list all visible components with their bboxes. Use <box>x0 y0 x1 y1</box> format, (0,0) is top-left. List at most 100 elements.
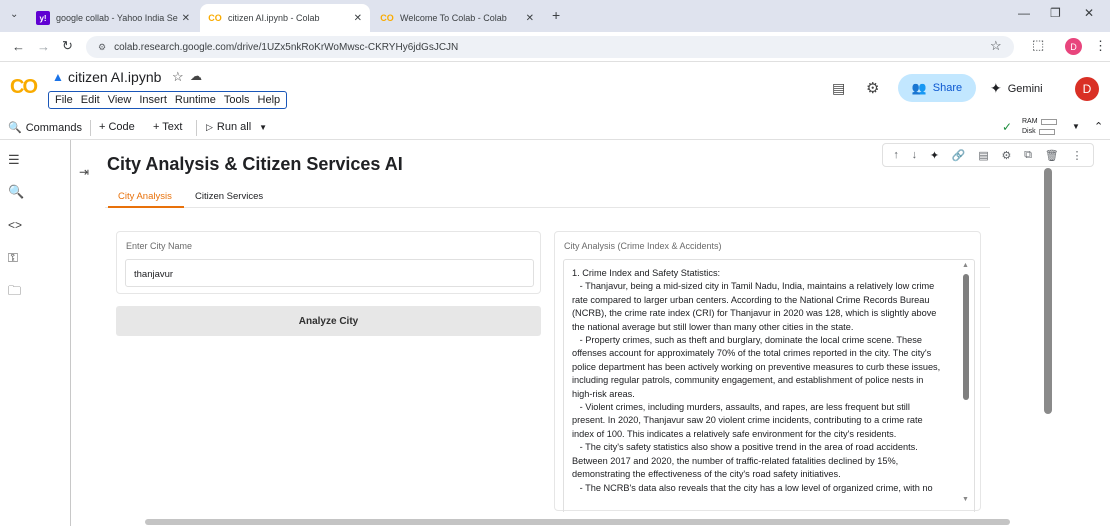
move-up-icon[interactable]: ↑ <box>893 149 899 161</box>
output-line: - The NCRB's data also reveals that the … <box>572 482 933 493</box>
site-info-icon[interactable]: ⚙ <box>98 42 106 53</box>
back-icon[interactable]: ← <box>12 39 25 54</box>
minimize-icon[interactable]: — <box>1018 6 1030 20</box>
url-text: colab.research.google.com/drive/1UZx5nkR… <box>114 41 459 53</box>
reload-icon[interactable]: ↻ <box>62 38 73 54</box>
analyze-city-button[interactable]: Analyze City <box>116 306 541 336</box>
files-folder-icon[interactable]: 🗀 <box>8 282 21 304</box>
profile-avatar[interactable]: D <box>1065 38 1082 55</box>
app-title: City Analysis & Citizen Services AI <box>107 154 403 174</box>
menu-runtime[interactable]: Runtime <box>171 94 220 106</box>
table-of-contents-icon[interactable]: ☰ <box>8 152 20 168</box>
output-line: - Property crimes, such as theft and bur… <box>572 335 922 346</box>
runtime-dropdown-icon[interactable]: ▼ <box>1072 122 1080 131</box>
share-button[interactable]: 👥 Share <box>898 74 976 102</box>
forward-icon[interactable]: → <box>37 39 50 54</box>
secrets-key-icon[interactable]: ⚿ <box>8 250 18 266</box>
link-icon[interactable]: 🔗 <box>952 149 966 162</box>
horizontal-scrollbar-thumb[interactable] <box>145 519 1010 525</box>
colab-menu-bar: File Edit View Insert Runtime Tools Help <box>48 91 288 109</box>
app-tabs: City Analysis Citizen Services <box>105 184 990 208</box>
url-bar[interactable]: ⚙ colab.research.google.com/drive/1UZx5n… <box>86 36 1014 58</box>
city-name-input[interactable]: thanjavur <box>125 259 534 287</box>
find-replace-icon[interactable]: 🔍 <box>8 184 24 200</box>
tab-citizen-services[interactable]: Citizen Services <box>195 191 263 202</box>
textarea-scroll-up-icon[interactable]: ▲ <box>962 262 969 269</box>
toolbar-divider <box>90 120 91 136</box>
close-tab-icon[interactable]: ✕ <box>182 13 190 24</box>
output-line: 1. Crime Index and Safety Statistics: <box>572 268 721 278</box>
bookmark-star-icon[interactable]: ☆ <box>990 38 1002 54</box>
textarea-scroll-down-icon[interactable]: ▼ <box>962 496 969 503</box>
left-sidebar: ☰ 🔍 <> ⚿ 🗀 <box>0 140 30 526</box>
browser-tab-yahoo[interactable]: y! google collab - Yahoo India Se ✕ <box>28 4 198 32</box>
comments-icon[interactable]: ▤ <box>832 80 845 97</box>
output-line: police department has been actively work… <box>572 361 941 372</box>
mirror-cell-icon[interactable]: ⧉ <box>1024 149 1032 162</box>
add-code-button[interactable]: + Code <box>99 121 135 133</box>
menu-edit[interactable]: Edit <box>77 94 104 106</box>
code-snippets-icon[interactable]: <> <box>8 218 22 232</box>
settings-gear-icon[interactable]: ⚙ <box>1002 149 1012 162</box>
city-input-label: Enter City Name <box>126 241 193 251</box>
extensions-icon[interactable]: ⬚ <box>1032 37 1044 53</box>
browser-tab-citizen-ai[interactable]: CO citizen AI.ipynb - Colab ✕ <box>200 4 370 32</box>
analyze-city-label: Analyze City <box>298 315 359 327</box>
notebook-scrollbar-thumb[interactable] <box>1044 168 1052 414</box>
analysis-output-text: 1. Crime Index and Safety Statistics: - … <box>572 267 957 495</box>
star-icon[interactable]: ☆ <box>172 69 184 85</box>
colab-logo[interactable]: CO <box>10 76 38 99</box>
output-line: demonstrating the effectiveness of the c… <box>572 469 841 480</box>
output-line: including regular patrols, community eng… <box>572 375 924 386</box>
account-avatar[interactable]: D <box>1075 77 1099 101</box>
gemini-button[interactable]: ✦ Gemini <box>990 80 1043 97</box>
move-down-icon[interactable]: ↓ <box>912 149 918 161</box>
colab-toolbar: 🔍 Commands + Code + Text ▷ Run all ▼ ✓ R… <box>0 116 1110 140</box>
cloud-saved-icon: ☁ <box>190 69 202 83</box>
city-name-value: thanjavur <box>134 269 174 280</box>
close-tab-icon[interactable]: ✕ <box>354 13 362 24</box>
analysis-output-card: City Analysis (Crime Index & Accidents) … <box>554 231 981 512</box>
menu-tools[interactable]: Tools <box>220 94 254 106</box>
add-text-button[interactable]: + Text <box>153 121 182 133</box>
comment-icon[interactable]: ▤ <box>978 149 988 162</box>
ram-bar <box>1040 119 1057 125</box>
commands-label: Commands <box>25 121 82 134</box>
cell-toolbar: ↑ ↓ ✦ 🔗 ▤ ⚙ ⧉ 🗑 ⋮ <box>882 143 1094 167</box>
tab-city-analysis[interactable]: City Analysis <box>118 191 172 202</box>
close-tab-icon[interactable]: ✕ <box>526 13 534 24</box>
colab-icon: CO <box>208 13 222 23</box>
delete-icon[interactable]: 🗑 <box>1045 149 1059 162</box>
menu-help[interactable]: Help <box>254 94 285 106</box>
menu-file[interactable]: File <box>51 94 77 106</box>
gemini-sparkle-icon[interactable]: ✦ <box>930 149 939 162</box>
gemini-label: Gemini <box>1007 82 1043 95</box>
output-collapse-icon[interactable]: ⇥ <box>79 165 89 179</box>
browser-menu-icon[interactable]: ⋮ <box>1094 38 1107 54</box>
gemini-sparkle-icon: ✦ <box>990 80 1002 96</box>
address-bar-row: ← → ↻ ⚙ colab.research.google.com/drive/… <box>0 32 1110 62</box>
new-tab-icon[interactable]: + <box>552 7 560 23</box>
browser-tab-strip: ⌄ y! google collab - Yahoo India Se ✕ CO… <box>0 0 1110 32</box>
window-close-icon[interactable]: ✕ <box>1084 6 1094 20</box>
tab-list-chevron-icon[interactable]: ⌄ <box>10 9 18 20</box>
chevron-down-icon[interactable]: ▼ <box>259 123 267 132</box>
menu-view[interactable]: View <box>104 94 136 106</box>
commands-button[interactable]: 🔍 Commands <box>8 121 82 135</box>
tab-title: Welcome To Colab - Colab <box>400 13 507 23</box>
textarea-scrollbar-thumb[interactable] <box>963 274 969 400</box>
collapse-header-icon[interactable]: ⌃ <box>1094 120 1103 133</box>
colab-icon: CO <box>380 13 394 23</box>
output-line: (NCRB), the crime rate index (CRI) for T… <box>572 308 937 319</box>
restore-icon[interactable]: ❐ <box>1050 6 1061 20</box>
analysis-output-textarea[interactable]: 1. Crime Index and Safety Statistics: - … <box>563 259 975 512</box>
browser-tab-welcome-colab[interactable]: CO Welcome To Colab - Colab ✕ <box>372 4 542 32</box>
settings-gear-icon[interactable]: ⚙ <box>866 79 879 97</box>
notebook-title[interactable]: citizen AI.ipynb <box>68 69 161 85</box>
output-line: index of 100. This indicates a relativel… <box>572 428 897 439</box>
run-all-button[interactable]: ▷ Run all ▼ <box>206 121 267 133</box>
resource-monitor[interactable]: RAM Disk <box>1022 117 1060 139</box>
menu-insert[interactable]: Insert <box>135 94 171 106</box>
more-options-icon[interactable]: ⋮ <box>1072 149 1083 162</box>
ram-label: RAM <box>1022 118 1038 125</box>
